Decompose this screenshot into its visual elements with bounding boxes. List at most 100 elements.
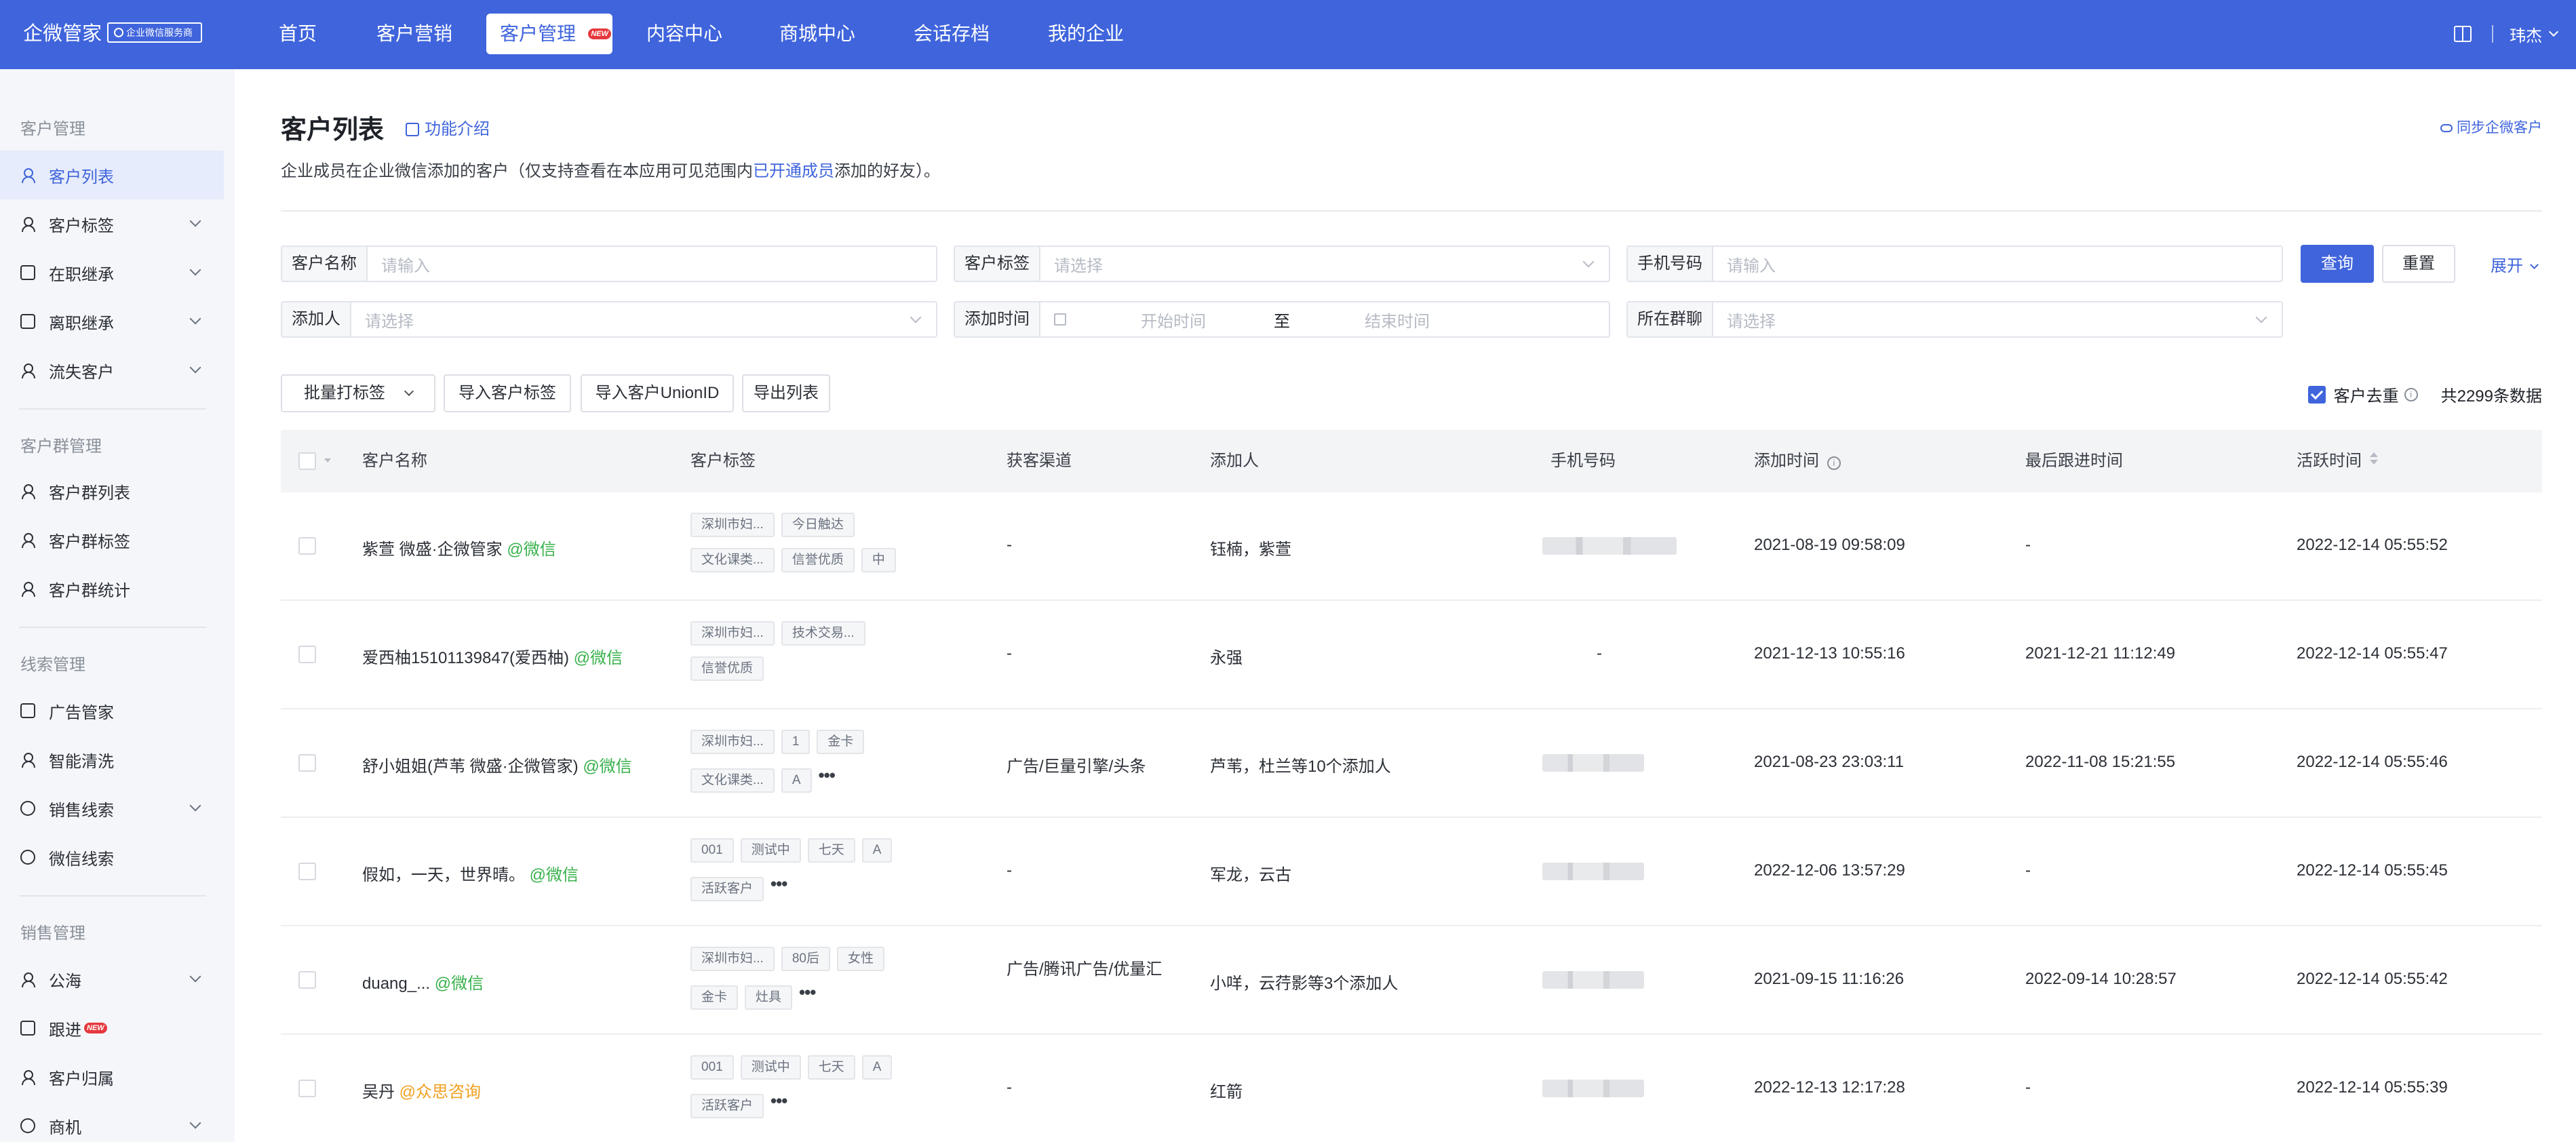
sidebar-item-ads[interactable]: 广告管家 <box>0 686 224 735</box>
row-checkbox[interactable] <box>298 1080 316 1097</box>
customer-tag-select[interactable]: 请选择 <box>1040 252 1103 276</box>
customer-name-filter[interactable]: 客户名称 请输入 <box>281 245 937 282</box>
sidebar-item-group-list[interactable]: 客户群列表 <box>0 467 224 515</box>
phone-filter[interactable]: 手机号码 请输入 <box>1626 245 2283 282</box>
more-tags-icon[interactable]: ••• <box>770 873 787 894</box>
brand-name[interactable]: 企微管家 <box>23 20 102 47</box>
customer-name-cell[interactable]: duang_... @微信 <box>362 970 484 993</box>
more-tags-icon[interactable]: ••• <box>799 982 816 1003</box>
sidebar-item-smart-clean[interactable]: 智能清洗 <box>0 735 224 784</box>
add-time-filter[interactable]: 添加时间 开始时间 至 结束时间 <box>954 301 1610 338</box>
customer-name-cell[interactable]: 吴丹 @众思咨询 <box>362 1078 481 1102</box>
expand-filters-button[interactable]: 展开 <box>2491 252 2539 276</box>
nav-label: 商城中心 <box>779 23 855 44</box>
adder-filter[interactable]: 添加人 请选择 <box>281 301 937 338</box>
info-icon[interactable]: i <box>1827 456 1841 470</box>
export-button[interactable]: 导出列表 <box>742 374 830 412</box>
nav-label: 会话存档 <box>913 23 990 44</box>
sidebar-item-opportunity[interactable]: 商机 <box>0 1101 224 1142</box>
sort-icon[interactable] <box>2370 452 2378 465</box>
sidebar-item-lost-customers[interactable]: 流失客户 <box>0 346 224 395</box>
row-checkbox[interactable] <box>298 971 316 989</box>
new-badge: NEW <box>588 28 611 39</box>
row-checkbox[interactable] <box>298 863 316 880</box>
customer-name-cell[interactable]: 爱西柚15101139847(爱西柚) @微信 <box>362 644 623 668</box>
sidebar-item-group-tags[interactable]: 客户群标签 <box>0 515 224 564</box>
dedupe-checkbox[interactable] <box>2307 385 2326 403</box>
help-book-icon[interactable] <box>2454 26 2472 42</box>
external-link-icon <box>406 123 419 136</box>
info-icon[interactable]: i <box>2404 387 2418 401</box>
sidebar-divider <box>19 895 206 897</box>
customer-name-input[interactable]: 请输入 <box>368 252 430 276</box>
customer-name-cell[interactable]: 舒小姐姐(芦苇 微盛·企微管家) @微信 <box>362 753 632 776</box>
table-row[interactable]: 紫萱 微盛·企微管家 @微信 深圳市妇... 今日触达 文化课类... 信誉优质中 -… <box>281 492 2542 601</box>
tag-list: 001 测试中 七天 A 活跃客户 ••• <box>690 838 935 912</box>
query-button[interactable]: 查询 <box>2301 245 2374 283</box>
feature-intro-link[interactable]: 功能介绍 <box>406 115 490 139</box>
nav-home[interactable]: 首页 <box>267 14 328 54</box>
sidebar-group-title: 客户群管理 <box>20 437 102 456</box>
sidebar-item-group-stats[interactable]: 客户群统计 <box>0 564 224 613</box>
more-tags-icon[interactable]: ••• <box>819 765 836 786</box>
nav-archive[interactable]: 会话存档 <box>908 14 996 54</box>
customer-tag: 金卡 <box>817 730 865 754</box>
nav-content[interactable]: 内容中心 <box>640 14 728 54</box>
sidebar-item-customer-tags[interactable]: 客户标签 <box>0 199 224 248</box>
table-row[interactable]: 爱西柚15101139847(爱西柚) @微信 深圳市妇... 技术交易... 信誉… <box>281 601 2542 709</box>
sidebar-item-label: 客户群统计 <box>49 581 130 600</box>
table-row[interactable]: duang_... @微信 深圳市妇... 80后 女性 金卡 灶具 ••• 广告/腾讯广… <box>281 926 2542 1035</box>
import-unionid-button[interactable]: 导入客户UnionID <box>581 374 734 412</box>
nav-mall[interactable]: 商城中心 <box>773 14 861 54</box>
customer-tag: 深圳市妇... <box>690 621 775 646</box>
start-time-input[interactable]: 开始时间 <box>1066 308 1206 332</box>
nav-marketing[interactable]: 客户营销 <box>370 14 458 54</box>
customer-tag: 001 <box>690 1055 734 1080</box>
group-chat-select[interactable]: 请选择 <box>1713 308 1776 332</box>
more-tags-icon[interactable]: ••• <box>770 1090 787 1111</box>
row-checkbox[interactable] <box>298 646 316 663</box>
table-row[interactable]: 假如，一天，世界晴。 @微信 001 测试中 七天 A 活跃客户 ••• - 军龙，云古 … <box>281 818 2542 926</box>
reset-button[interactable]: 重置 <box>2382 245 2455 283</box>
select-all-checkbox[interactable] <box>298 452 316 470</box>
col-active-time[interactable]: 活跃时间 <box>2297 430 2378 492</box>
sidebar-group-title: 销售管理 <box>20 924 85 943</box>
table-row[interactable]: 舒小姐姐(芦苇 微盛·企微管家) @微信 深圳市妇... 1 金卡 文化课类... A •… <box>281 709 2542 818</box>
sidebar-item-onjob-transfer[interactable]: 在职继承 <box>0 248 224 297</box>
nav-my-company[interactable]: 我的企业 <box>1042 14 1130 54</box>
chevron-down-icon[interactable] <box>2548 26 2559 37</box>
end-time-input[interactable]: 结束时间 <box>1290 308 1430 332</box>
expand-label: 展开 <box>2491 257 2523 275</box>
last-follow-cell: - <box>2025 861 2031 880</box>
phone-cell: - <box>1597 644 1602 663</box>
sidebar-item-follow-up[interactable]: 跟进 NEW <box>0 1004 224 1052</box>
sidebar-item-wechat-leads[interactable]: 微信线索 <box>0 833 224 882</box>
import-tags-button[interactable]: 导入客户标签 <box>444 374 571 412</box>
adder-select[interactable]: 请选择 <box>351 308 414 332</box>
sidebar-item-ownership[interactable]: 客户归属 <box>0 1052 224 1101</box>
sidebar-item-public-pool[interactable]: 公海 <box>0 955 224 1004</box>
row-checkbox[interactable] <box>298 537 316 555</box>
group-chat-filter[interactable]: 所在群聊 请选择 <box>1626 301 2283 338</box>
tag-list: 001 测试中 七天 A 活跃客户 ••• <box>690 1055 935 1129</box>
batch-tag-label: 批量打标签 <box>304 384 385 402</box>
sync-customers-link[interactable]: 同步企微客户 <box>2440 117 2542 137</box>
main-content: 客户列表 功能介绍 同步企微客户 企业成员在企业微信添加的客户（仅支持查看在本应… <box>235 69 2576 1142</box>
sidebar-item-label: 跟进 <box>49 1021 81 1040</box>
caret-down-icon[interactable] <box>324 458 331 466</box>
sidebar-item-sales-leads[interactable]: 销售线索 <box>0 784 224 833</box>
customer-tag-filter[interactable]: 客户标签 请选择 <box>954 245 1610 282</box>
phone-input[interactable]: 请输入 <box>1713 252 1776 276</box>
sidebar-item-resigned-transfer[interactable]: 离职继承 <box>0 297 224 346</box>
sidebar-item-customer-list[interactable]: 客户列表 <box>0 151 224 199</box>
adder-cell: 芦苇，杜兰等10个添加人 <box>1210 757 1391 776</box>
enabled-members-link[interactable]: 已开通成员 <box>753 162 834 180</box>
table-row[interactable]: 吴丹 @众思咨询 001 测试中 七天 A 活跃客户 ••• - 红箭 2022-12-1… <box>281 1035 2542 1142</box>
last-follow-cell: 2021-12-21 11:12:49 <box>2025 644 2176 663</box>
customer-name-cell[interactable]: 紫萱 微盛·企微管家 @微信 <box>362 536 556 559</box>
row-checkbox[interactable] <box>298 754 316 772</box>
batch-tag-button[interactable]: 批量打标签 <box>281 374 435 412</box>
user-name[interactable]: 玮杰 <box>2510 22 2542 46</box>
nav-customer-management[interactable]: 客户管理 NEW <box>486 14 612 54</box>
customer-name-cell[interactable]: 假如，一天，世界晴。 @微信 <box>362 861 579 885</box>
